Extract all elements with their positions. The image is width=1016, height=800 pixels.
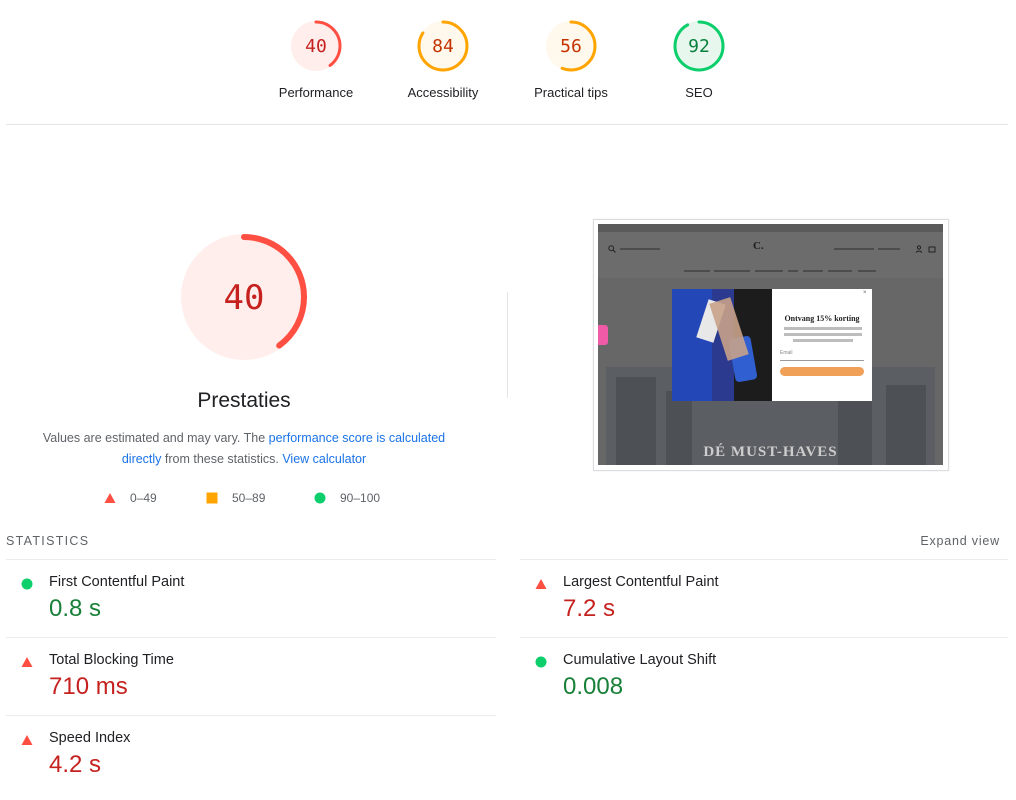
metric-name: Speed Index <box>49 730 131 746</box>
popup-submit-button <box>780 367 864 376</box>
gauge-label: Accessibility <box>407 85 479 100</box>
hero-heading: DÉ MUST-HAVES <box>703 444 838 460</box>
metric-speed-index: Speed Index 4.2 s <box>6 730 476 800</box>
close-icon: × <box>863 290 867 296</box>
square-icon <box>206 492 218 504</box>
popup-title: Ontvang 15% korting <box>784 314 860 323</box>
gauge-performance[interactable]: 40 Performance <box>252 18 380 100</box>
gauge-score: 40 <box>305 36 327 57</box>
gauge-score: 84 <box>432 36 454 57</box>
score-description: Values are estimated and may vary. The p… <box>34 428 454 470</box>
metric-value: 7.2 s <box>563 595 616 622</box>
metric-value: 4.2 s <box>49 751 102 778</box>
triangle-icon <box>21 735 33 745</box>
metric-value: 710 ms <box>49 673 128 700</box>
circle-icon <box>21 578 33 590</box>
accessibility-gauge-icon: 84 <box>417 20 469 72</box>
main-gauge-title: Prestaties <box>197 389 291 412</box>
gauge-accessibility[interactable]: 84 Accessibility <box>379 18 507 100</box>
gauge-seo[interactable]: 92 SEO <box>635 18 763 100</box>
row-divider <box>6 715 496 716</box>
discount-popup: × Ontvang 15% korting Email <box>672 289 872 401</box>
expand-view-toggle[interactable]: Expand view <box>920 534 1000 548</box>
triangle-icon <box>535 579 547 589</box>
gauge-score: 56 <box>560 36 582 57</box>
description-prefix: Values are estimated and may vary. The <box>42 431 269 445</box>
category-gauges: 40 Performance 84 Accessibility 56 Pract… <box>0 18 1016 118</box>
screenshot-image: C. DÉ MUST-HAVES × Ontvang 15% korting E… <box>598 224 943 465</box>
popup-image <box>672 289 772 401</box>
metric-name: First Contentful Paint <box>49 574 185 590</box>
metric-name: Cumulative Layout Shift <box>563 652 717 668</box>
metric-value: 0.008 <box>563 673 624 700</box>
metric-name: Total Blocking Time <box>49 652 174 668</box>
legend-range: 90–100 <box>340 491 381 505</box>
description-middle: from these statistics. <box>161 452 283 466</box>
performance-gauge-icon: 40 <box>181 234 307 360</box>
statistics-heading: STATISTICS <box>6 534 90 548</box>
metric-largest-contentful-paint: Largest Contentful Paint 7.2 s <box>520 574 990 644</box>
popup-email-field: Email <box>780 350 864 361</box>
final-screenshot[interactable]: C. DÉ MUST-HAVES × Ontvang 15% korting E… <box>593 219 949 471</box>
legend-pass: 90–100 <box>314 491 380 505</box>
gauge-label: Performance <box>278 85 354 100</box>
performance-main-gauge: 40 <box>179 232 309 367</box>
metric-first-contentful-paint: First Contentful Paint 0.8 s <box>6 574 476 644</box>
score-legend: 0–49 50–89 90–100 <box>104 491 404 509</box>
legend-average: 50–89 <box>206 491 265 505</box>
rewards-tab <box>598 325 608 345</box>
section-divider <box>507 292 508 398</box>
gauge-label: SEO <box>685 85 713 100</box>
legend-range: 50–89 <box>232 491 266 505</box>
metric-cumulative-layout-shift: Cumulative Layout Shift 0.008 <box>520 652 990 722</box>
metric-value: 0.8 s <box>49 595 102 622</box>
row-divider <box>6 559 496 560</box>
legend-fail: 0–49 <box>104 491 157 505</box>
screenshot-header <box>598 232 943 278</box>
circle-icon <box>535 656 547 668</box>
seo-gauge-icon: 92 <box>673 20 725 72</box>
row-divider <box>520 559 1008 560</box>
cart-icon <box>928 246 936 253</box>
main-score: 40 <box>224 278 265 318</box>
triangle-icon <box>21 657 33 667</box>
screenshot-topbar <box>598 224 943 232</box>
gauge-practical-tips[interactable]: 56 Practical tips <box>507 18 635 100</box>
metric-total-blocking-time: Total Blocking Time 710 ms <box>6 652 476 722</box>
legend-range: 0–49 <box>130 491 157 505</box>
gauge-label: Practical tips <box>534 85 608 100</box>
store-logo: C. <box>753 240 764 252</box>
user-icon <box>915 245 923 253</box>
search-icon <box>608 245 616 253</box>
performance-gauge-icon: 40 <box>290 20 342 72</box>
row-divider <box>6 637 496 638</box>
practical-tips-gauge-icon: 56 <box>545 20 597 72</box>
gauge-score: 92 <box>688 36 710 57</box>
top-divider <box>6 124 1008 125</box>
row-divider <box>520 637 1008 638</box>
metric-name: Largest Contentful Paint <box>563 574 719 590</box>
circle-icon <box>314 492 326 504</box>
triangle-icon <box>104 493 116 503</box>
view-calculator-link[interactable]: View calculator <box>282 452 366 466</box>
